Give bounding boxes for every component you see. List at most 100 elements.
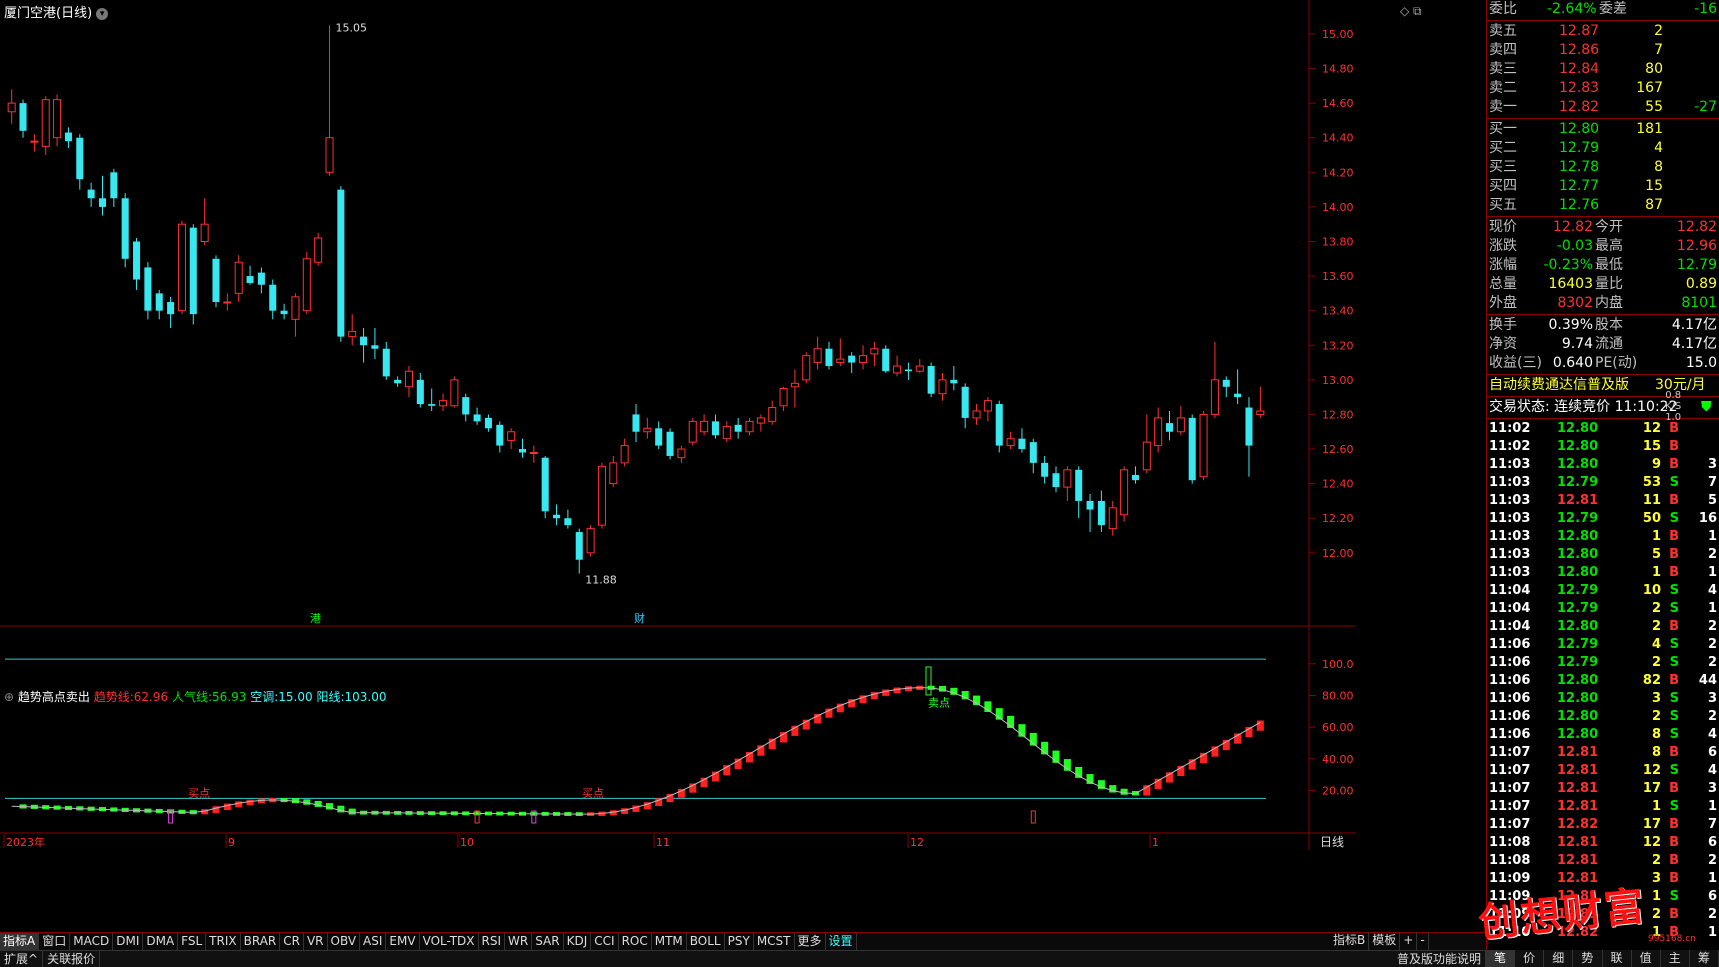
tick-price: 12.80 (1557, 547, 1599, 562)
bid-row[interactable]: 买四 12.77 15 (1487, 177, 1719, 196)
bid-row[interactable]: 买一 12.80 181 (1487, 120, 1719, 139)
tab-25[interactable]: 设置 (826, 933, 857, 950)
tick-count: 1 (1707, 565, 1717, 580)
stat-row[interactable]: 涨跌 -0.03 最高 12.96 (1487, 237, 1719, 256)
tab-16[interactable]: SAR (532, 933, 564, 950)
tab-20[interactable]: MTM (652, 933, 687, 950)
price-tick-label: 13.40 (1322, 305, 1354, 318)
fund-row[interactable]: 换手 0.39% 股本 4.17亿 (1487, 316, 1719, 335)
panel-tab-0[interactable]: 笔 (1486, 950, 1516, 967)
tab-23[interactable]: MCST (754, 933, 795, 950)
fund-row[interactable]: 收益(三) 0.640 PE(动) 15.0 (1487, 354, 1719, 373)
tick-volume: 1 (1651, 565, 1661, 580)
tab-19[interactable]: ROC (619, 933, 652, 950)
panel-tab-6[interactable]: 主 (1660, 950, 1690, 967)
tab-right-1[interactable]: 模板 (1369, 932, 1401, 950)
stat-row[interactable]: 外盘 8302 内盘 8101 (1487, 294, 1719, 313)
tab-17[interactable]: KDJ (564, 933, 592, 950)
tab-18[interactable]: CCI (591, 933, 619, 950)
tab-13[interactable]: VOL-TDX (420, 933, 479, 950)
window-controls[interactable]: ◇ ⧉ (1400, 4, 1422, 19)
tab-7[interactable]: BRAR (241, 933, 281, 950)
tab-6[interactable]: TRIX (206, 933, 241, 950)
candle-body (382, 348, 390, 377)
candle-body (700, 420, 709, 433)
bid-row[interactable]: 买二 12.79 4 (1487, 139, 1719, 158)
tab-right-0[interactable]: 指标B (1330, 932, 1370, 950)
tab-0[interactable]: 指标A (0, 933, 40, 950)
tab-11[interactable]: ASI (360, 933, 387, 950)
tick-direction: B (1669, 619, 1679, 634)
expand-button[interactable]: 扩展^ (0, 951, 44, 967)
zoom-control[interactable]: 0.8 K/S 1.0 (1665, 390, 1681, 423)
candle-body (155, 293, 163, 311)
tab-5[interactable]: FSL (178, 933, 207, 950)
candle-body (1086, 500, 1094, 510)
fund-value: 0.39% (1548, 317, 1593, 333)
tab-21[interactable]: BOLL (687, 933, 725, 950)
tick-direction: S (1669, 655, 1679, 670)
fund-row[interactable]: 净资 9.74 流通 4.17亿 (1487, 335, 1719, 354)
ask-row[interactable]: 卖五 12.87 2 (1487, 22, 1719, 41)
bid-row[interactable]: 买五 12.76 87 (1487, 196, 1719, 215)
candle-body (1018, 438, 1026, 450)
panel-tab-7[interactable]: 筹 (1689, 950, 1719, 967)
panel-tab-2[interactable]: 细 (1544, 950, 1574, 967)
related-quote-button[interactable]: 关联报价 (43, 951, 101, 967)
tab-2[interactable]: MACD (70, 933, 114, 950)
panel-tab-5[interactable]: 值 (1631, 950, 1661, 967)
tab-4[interactable]: DMA (143, 933, 179, 950)
tick-price: 12.79 (1557, 637, 1599, 652)
tick-volume: 53 (1642, 475, 1661, 490)
ask-volume: 2 (1654, 23, 1663, 39)
tab-9[interactable]: VR (304, 933, 328, 950)
chart-area[interactable]: 15.05 11.88 港财 15.00 14.80 14.60 14.40 14.20 14… (0, 0, 1436, 940)
ask-row[interactable]: 卖一 12.82 55 -27 (1487, 98, 1719, 117)
buy-signal-label: 买点 (582, 787, 604, 800)
time-label: 1 (1152, 836, 1159, 849)
chart-title[interactable]: 厦门空港(日线) ▾ (4, 2, 109, 21)
tab-right-2[interactable]: + (1400, 932, 1418, 950)
ask-row[interactable]: 卖二 12.83 167 (1487, 79, 1719, 98)
tab-15[interactable]: WR (505, 933, 533, 950)
tab-10[interactable]: OBV (328, 933, 361, 950)
tick-list[interactable]: 11:02 12.80 12 B 11:02 12.80 15 B 11:03 12.80 9 B 3 1… (1487, 420, 1719, 942)
panel-tab-3[interactable]: 势 (1573, 950, 1603, 967)
candle-body (950, 379, 958, 384)
tab-right-3[interactable]: - (1417, 932, 1429, 950)
panel-tab-1[interactable]: 价 (1515, 950, 1545, 967)
kline-chart[interactable]: 15.0511.88港财 15.0014.8014.6014.4014.2014… (0, 0, 1356, 932)
candle-body (507, 431, 516, 441)
tick-volume: 4 (1651, 637, 1661, 652)
tab-1[interactable]: 窗口 (39, 933, 71, 950)
tab-8[interactable]: CR (280, 933, 304, 950)
edition-help-link[interactable]: 普及版功能说明 (1393, 951, 1486, 967)
chevron-down-icon[interactable]: ▾ (96, 7, 109, 20)
stat-row[interactable]: 现价 12.82 今开 12.82 (1487, 218, 1719, 237)
tick-price: 12.80 (1557, 529, 1599, 544)
tab-22[interactable]: PSY (725, 933, 754, 950)
ask-row[interactable]: 卖四 12.86 7 (1487, 41, 1719, 60)
tick-price: 12.79 (1557, 511, 1599, 526)
collapse-icon[interactable]: ⊕ (4, 690, 14, 704)
tick-time: 11:06 (1489, 655, 1531, 670)
price-tick-label: 13.20 (1322, 339, 1354, 352)
tab-24[interactable]: 更多 (795, 933, 826, 950)
indicator-name[interactable]: 趋势高点卖出 (18, 690, 90, 704)
bid-row[interactable]: 买三 12.78 8 (1487, 158, 1719, 177)
panel-tab-4[interactable]: 联 (1602, 950, 1632, 967)
tab-3[interactable]: DMI (113, 933, 144, 950)
ask-row[interactable]: 卖三 12.84 80 (1487, 60, 1719, 79)
promo-row[interactable]: 自动续费通达信普及版 30元/月 (1487, 376, 1719, 395)
fund-value: 0.640 (1552, 355, 1593, 371)
tick-price: 12.81 (1557, 745, 1599, 760)
indicator-axis: 100.0 80.00 60.00 40.00 20.00 (1309, 658, 1354, 797)
weibi-value: -2.64% (1547, 1, 1597, 17)
promo-text[interactable]: 自动续费通达信普及版 (1489, 376, 1629, 395)
ask-volume: 167 (1636, 80, 1663, 96)
stat-row[interactable]: 涨幅 -0.23% 最低 12.79 (1487, 256, 1719, 275)
tab-14[interactable]: RSI (479, 933, 506, 950)
stat-row[interactable]: 总量 16403 量比 0.89 (1487, 275, 1719, 294)
tab-12[interactable]: EMV (386, 933, 420, 950)
candle-body (666, 431, 674, 456)
